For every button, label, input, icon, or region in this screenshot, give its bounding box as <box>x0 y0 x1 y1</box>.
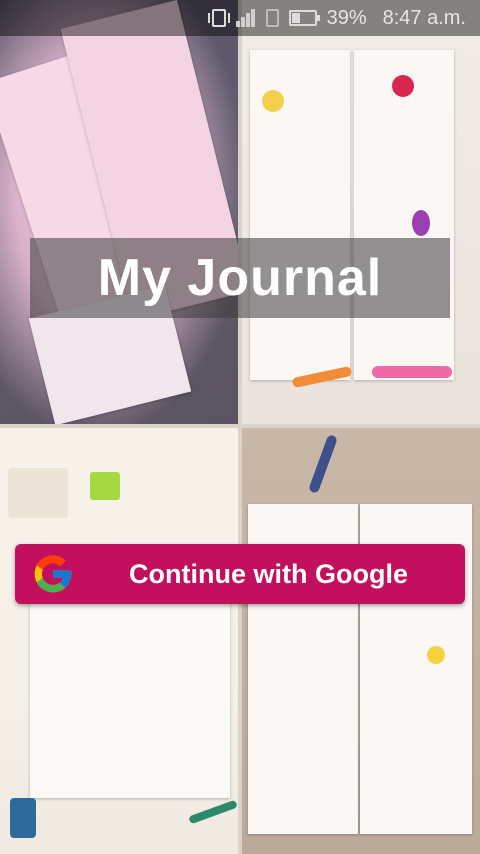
vibrate-icon <box>207 9 230 27</box>
journal-photo-pink-spread <box>0 0 238 424</box>
continue-with-google-button[interactable]: Continue with Google <box>15 544 465 604</box>
stamp-block <box>8 468 68 518</box>
pink-marker <box>372 366 452 378</box>
sim-icon <box>265 9 279 27</box>
daffodil-drawing <box>262 90 284 112</box>
green-ink-pad <box>90 472 120 500</box>
clock: 8:47 a.m. <box>382 6 466 29</box>
tulip-drawing <box>412 210 430 236</box>
app-title: My Journal <box>97 249 383 307</box>
blue-ink-pad <box>10 798 36 838</box>
sun-doodle <box>427 646 445 664</box>
status-bar: 39% 8:47 a.m. <box>0 0 480 36</box>
battery-icon <box>288 10 320 26</box>
google-button-label: Continue with Google <box>129 558 408 589</box>
title-band: My Journal <box>30 238 450 318</box>
rose-drawing <box>392 75 414 97</box>
green-pen <box>188 799 238 825</box>
journal-photo-monthly-calendar <box>0 428 238 854</box>
signal-icon <box>235 9 256 27</box>
planner-page-right <box>354 50 454 380</box>
ribbon-bookmark <box>308 434 338 494</box>
google-icon <box>34 555 72 593</box>
journal-photo-floral-planner <box>242 0 480 424</box>
journal-photo-daily-log <box>242 428 480 854</box>
battery-percent: 39% <box>326 6 367 29</box>
calendar-page <box>30 588 230 798</box>
